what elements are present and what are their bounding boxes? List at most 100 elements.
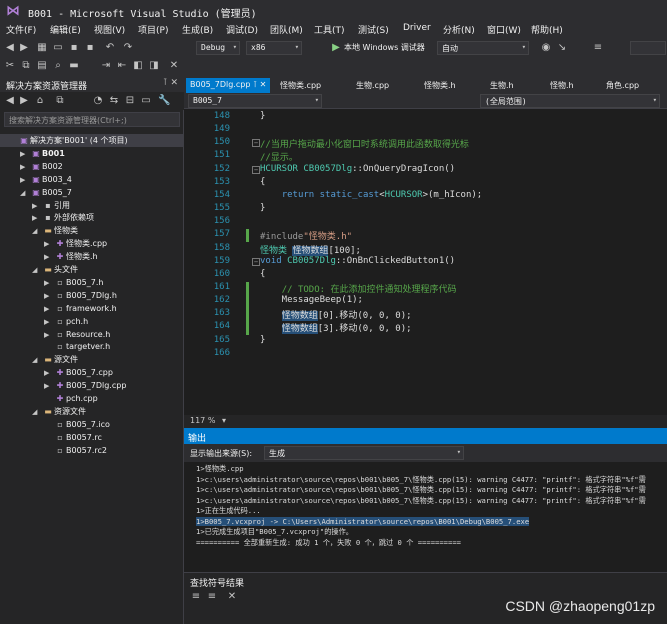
editor-tab[interactable]: 怪物.h [546,78,578,93]
code-line[interactable]: //当用户拖动最小化窗口时系统调用此函数取得光标 [260,137,469,150]
menu-item[interactable]: 分析(N) [443,23,475,36]
fold-toggle-icon[interactable]: − [252,139,260,148]
code-line[interactable]: } [260,203,265,213]
forward-icon[interactable]: ▶ [18,42,30,54]
sync-icon[interactable]: ⇆ [108,95,120,107]
close-tab-icon[interactable]: ⊺ ✕ [250,80,266,89]
new-project-icon[interactable]: ▦ [36,42,48,54]
save-all-icon[interactable]: ▪ [84,42,96,54]
zoom-dropdown-icon[interactable]: ▾ [222,416,226,425]
tree-item[interactable]: ◢ ▬ 怪物类 [0,224,183,237]
tree-item[interactable]: ▶ ▫ pch.h [0,315,183,328]
breakpoint-icon[interactable]: ◉ [540,42,552,54]
tree-item[interactable]: ▶ ▪ 引用 [0,199,183,212]
code-line[interactable]: } [260,335,265,345]
home-icon[interactable]: ⌂ [34,95,46,107]
menu-item[interactable]: 团队(M) [270,23,303,36]
code-line[interactable]: 怪物数组[3].移动(0, 0, 0); [260,321,412,335]
platform-select[interactable]: x86 ▾ [246,41,302,55]
tree-item[interactable]: ▶ ▫ B005_7.h [0,276,183,289]
tree-item[interactable]: ▶ ✚ B005_7Dlg.cpp [0,379,183,392]
code-line[interactable]: // TODO: 在此添加控件通知处理程序代码 [260,282,457,295]
menu-item[interactable]: 项目(P) [138,23,168,36]
step-icon[interactable]: ↘ [556,42,568,54]
code-line[interactable]: //显示。 [260,150,298,163]
scope-select[interactable]: (全局范围) ▾ [480,94,660,108]
menu-item[interactable]: 生成(B) [182,23,213,36]
code-line[interactable]: void CB0057Dlg::OnBnClickedButton1() [260,256,455,266]
tree-item[interactable]: ▶ ✚ 怪物类.cpp [0,237,183,250]
solution-config-select[interactable]: Debug ▾ [196,41,240,55]
zoom-level[interactable]: 117 % [190,416,215,425]
tree-item[interactable]: ▫ B0057.rc [0,431,183,444]
code-line[interactable]: HCURSOR CB0057Dlg::OnQueryDragIcon() [260,164,455,174]
play-icon[interactable]: ▶ [330,42,342,54]
menu-item[interactable]: 工具(T) [314,23,345,36]
tree-item[interactable]: ◢ ▣ B005_7 [0,186,183,199]
tree-item[interactable]: ▶ ▣ B001 [0,147,183,160]
tree-item[interactable]: ▶ ▣ B002 [0,160,183,173]
output-source-select[interactable]: 生成 ▾ [264,446,464,460]
menu-item[interactable]: 文件(F) [6,23,36,36]
save-icon[interactable]: ▪ [68,42,80,54]
redo-icon[interactable]: ↷ [122,42,134,54]
menu-item[interactable]: 窗口(W) [487,23,521,36]
code-line[interactable]: { [260,269,265,279]
clear-bookmarks-icon[interactable]: ✕ [168,60,180,72]
collapse-all-icon[interactable]: ⊟ [124,95,136,107]
start-debugging-button[interactable]: 本地 Windows 调试器 [344,42,425,53]
outdent-icon[interactable]: ⇤ [116,60,128,72]
tree-item[interactable]: ▶ ▫ B005_7Dlg.h [0,289,183,302]
symbol-next-icon[interactable]: ≡ [206,591,218,603]
properties-icon[interactable]: 🔧 [158,95,170,107]
switch-views-icon[interactable]: ⧉ [54,95,66,107]
tree-item[interactable]: ▫ B0057.rc2 [0,444,183,457]
menu-item[interactable]: Driver [403,23,431,33]
back-icon[interactable]: ◀ [4,42,16,54]
menu-item[interactable]: 视图(V) [94,23,125,36]
paste-icon[interactable]: ▤ [36,60,48,72]
code-line[interactable]: return static_cast<HCURSOR>(m_hIcon); [260,190,483,200]
tree-item[interactable]: ▶ ▣ B003_4 [0,173,183,186]
quick-launch-input[interactable] [630,41,666,55]
symbol-prev-icon[interactable]: ≡ [190,591,202,603]
code-line[interactable]: { [260,177,265,187]
editor-tab[interactable]: 怪物类.cpp [276,78,325,93]
auto-select[interactable]: 自动 ▾ [437,41,529,55]
open-file-icon[interactable]: ▭ [52,42,64,54]
bookmark-next-icon[interactable]: ◨ [148,60,160,72]
code-line[interactable]: MessageBeep(1); [260,295,363,305]
bookmark-prev-icon[interactable]: ◧ [132,60,144,72]
editor-tab[interactable]: 怪物类.h [420,78,460,93]
scissors-icon[interactable]: ✂ [4,60,16,72]
fold-toggle-icon[interactable]: − [252,257,260,266]
forward-icon[interactable]: ▶ [18,95,30,107]
menu-item[interactable]: 编辑(E) [50,23,81,36]
tree-item[interactable]: ▣ 解决方案'B001' (4 个项目) [0,134,183,147]
back-icon[interactable]: ◀ [4,95,16,107]
code-line[interactable]: 怪物数组[0].移动(0, 0, 0); [260,308,412,322]
tree-item[interactable]: ✚ pch.cpp [0,392,183,405]
indent-icon[interactable]: ⇥ [100,60,112,72]
tree-item[interactable]: ◢ ▬ 源文件 [0,353,183,366]
tree-item[interactable]: ▶ ▫ framework.h [0,302,183,315]
tree-item[interactable]: ◢ ▬ 资源文件 [0,405,183,418]
editor-tab[interactable]: 生物.h [486,78,518,93]
editor-tab[interactable]: 角色.cpp [602,78,643,93]
project-select[interactable]: B005_7 ▾ [188,94,322,108]
pin-icon[interactable]: ⊺ ✕ [163,78,178,88]
symbol-clear-icon[interactable]: ✕ [226,591,238,603]
fold-toggle-icon[interactable]: − [252,165,260,174]
solution-search-input[interactable]: 搜索解决方案资源管理器(Ctrl+;) [4,112,180,127]
tree-item[interactable]: ▶ ✚ 怪物类.h [0,250,183,263]
bookmark-icon[interactable]: ▬ [68,60,80,72]
menu-item[interactable]: 测试(S) [358,23,389,36]
code-area[interactable]: 148} 149 150−//当用户拖动最小化窗口时系统调用此函数取得光标 151//… [184,109,667,415]
tree-item[interactable]: ▶ ✚ B005_7.cpp [0,366,183,379]
undo-icon[interactable]: ↶ [104,42,116,54]
tree-item[interactable]: ◢ ▬ 头文件 [0,263,183,276]
editor-tab[interactable]: B005_7Dlg.cpp ⊺ ✕ [186,78,271,93]
tree-item[interactable]: ▶ ▫ Resource.h [0,328,183,341]
menu-item[interactable]: 帮助(H) [531,23,563,36]
tree-item[interactable]: ▫ targetver.h [0,340,183,353]
